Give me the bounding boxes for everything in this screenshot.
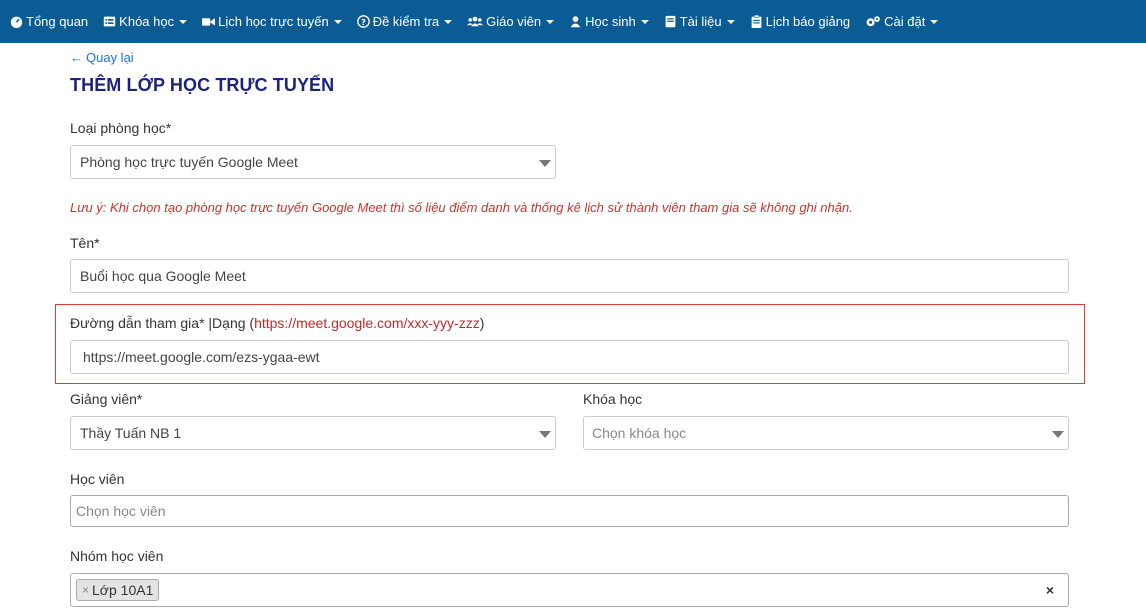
nav-label: Khóa học <box>119 14 175 29</box>
video-icon <box>202 18 216 26</box>
nav-item-lich-hoc[interactable]: Lịch học trực tuyến <box>202 0 342 43</box>
google-meet-note: Lưu ý: Khi chọn tạo phòng học trực tuyến… <box>70 200 853 215</box>
question-icon: ? <box>356 15 370 28</box>
nav-label: Giáo viên <box>486 14 542 29</box>
room-type-label: Loại phòng học* <box>70 120 172 136</box>
chip-remove-icon[interactable]: × <box>82 583 89 597</box>
teacher-value: Thầy Tuấn NB 1 <box>80 425 182 441</box>
cogs-icon <box>866 16 880 27</box>
join-link-label: Đường dẫn tham gia* |Dạng (https://meet.… <box>70 315 484 331</box>
join-link-value: https://meet.google.com/ezs-ygaa-ewt <box>83 349 320 365</box>
nav-item-de-kiem-tra[interactable]: ? Đề kiểm tra <box>356 0 453 43</box>
teacher-select[interactable]: Thầy Tuấn NB 1 <box>70 416 556 450</box>
name-input[interactable]: Buổi học qua Google Meet <box>70 259 1069 293</box>
book-icon <box>665 15 676 28</box>
chip-label: Lớp 10A1 <box>92 582 154 598</box>
student-group-chip: × Lớp 10A1 <box>76 579 160 601</box>
chevron-down-icon <box>444 19 453 24</box>
teacher-label: Giảng viên* <box>70 391 143 407</box>
nav-label: Lịch học trực tuyến <box>218 14 329 29</box>
student-group-label: Nhóm học viên <box>70 548 164 564</box>
nav-label: Tổng quan <box>26 14 89 29</box>
chevron-down-icon <box>179 19 188 24</box>
name-label: Tên* <box>70 235 100 251</box>
chevron-down-icon <box>333 19 342 24</box>
join-link-label-prefix: Đường dẫn tham gia* |Dạng ( <box>70 315 255 331</box>
nav-item-giao-vien[interactable]: Giáo viên <box>467 0 555 43</box>
page-title: THÊM LỚP HỌC TRỰC TUYẾN <box>70 75 335 95</box>
course-select[interactable]: Chọn khóa học <box>583 416 1069 450</box>
nav-label: Đề kiểm tra <box>372 14 440 29</box>
nav-label: Học sinh <box>585 14 636 29</box>
room-type-value: Phòng học trực tuyến Google Meet <box>80 154 298 170</box>
course-label: Khóa học <box>583 391 643 407</box>
arrow-left-icon: ← <box>70 50 83 65</box>
chevron-down-icon <box>640 19 649 24</box>
back-label: Quay lại <box>86 50 134 65</box>
chevron-down-icon <box>546 19 555 24</box>
clipboard-icon <box>751 15 761 28</box>
dashboard-icon <box>10 16 23 28</box>
nav-item-khoa-hoc[interactable]: Khóa học <box>103 0 188 43</box>
join-link-example: https://meet.google.com/xxx-yyy-zzz <box>254 315 480 331</box>
top-navbar: Tổng quan Khóa học Lịch học trực tuyến ?… <box>0 0 1146 43</box>
user-icon <box>570 16 581 28</box>
student-input[interactable]: Chọn học viên <box>70 495 1069 527</box>
users-icon <box>467 16 484 27</box>
chevron-down-icon <box>1052 431 1064 438</box>
name-value: Buổi học qua Google Meet <box>80 268 246 284</box>
nav-item-tong-quan[interactable]: Tổng quan <box>10 0 88 43</box>
join-link-label-suffix: ) <box>479 315 485 331</box>
nav-label: Lịch báo giảng <box>765 14 851 29</box>
nav-label: Cài đặt <box>884 14 926 29</box>
nav-item-hoc-sinh[interactable]: Học sinh <box>569 0 649 43</box>
chevron-down-icon <box>539 431 551 438</box>
nav-item-tai-lieu[interactable]: Tài liệu <box>664 0 735 43</box>
chevron-down-icon <box>539 160 551 167</box>
nav-label: Tài liệu <box>679 14 722 29</box>
chevron-down-icon <box>930 19 939 24</box>
chevron-down-icon <box>726 19 735 24</box>
student-placeholder: Chọn học viên <box>76 503 166 519</box>
clear-icon[interactable]: × <box>1046 582 1054 598</box>
room-type-select[interactable]: Phòng học trực tuyến Google Meet <box>70 145 556 179</box>
nav-item-cai-dat[interactable]: Cài đặt <box>865 0 939 43</box>
student-group-select[interactable]: × <box>70 573 1069 607</box>
back-link[interactable]: ← Quay lại <box>70 50 134 65</box>
student-label: Học viên <box>70 471 125 487</box>
nav-item-lich-bao-giang[interactable]: Lịch báo giảng <box>750 0 851 43</box>
course-placeholder: Chọn khóa học <box>592 425 687 441</box>
join-link-input[interactable]: https://meet.google.com/ezs-ygaa-ewt <box>70 340 1069 374</box>
svg-text:?: ? <box>361 17 366 27</box>
list-icon <box>103 16 116 27</box>
